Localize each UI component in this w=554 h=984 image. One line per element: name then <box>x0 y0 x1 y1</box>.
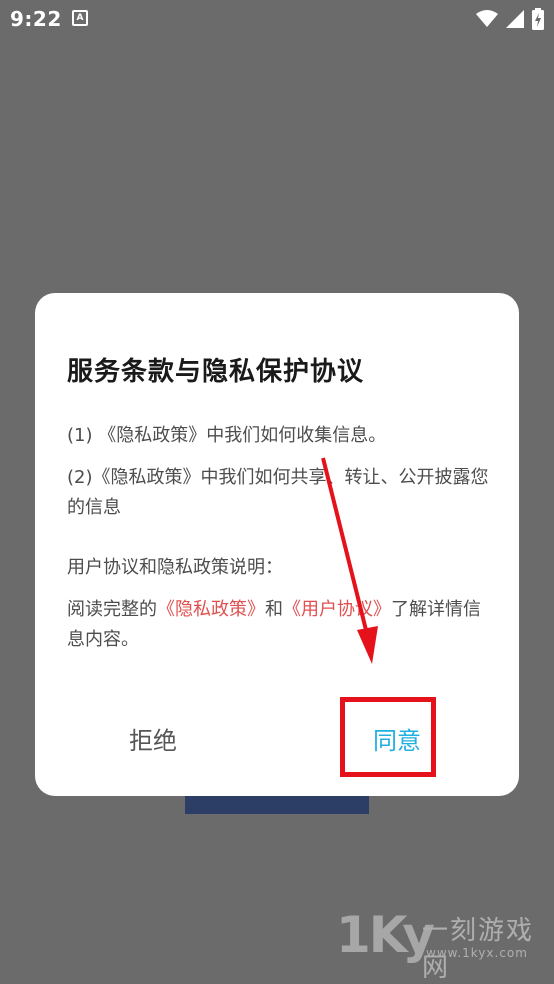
annotation-highlight-box <box>340 697 436 777</box>
watermark-logo: 1Ky <box>336 906 435 964</box>
annotation-arrow <box>321 457 378 664</box>
watermark: 1Ky 一刻游戏网 www.1kyx.com <box>336 906 546 983</box>
watermark-url: www.1kyx.com <box>426 946 528 960</box>
